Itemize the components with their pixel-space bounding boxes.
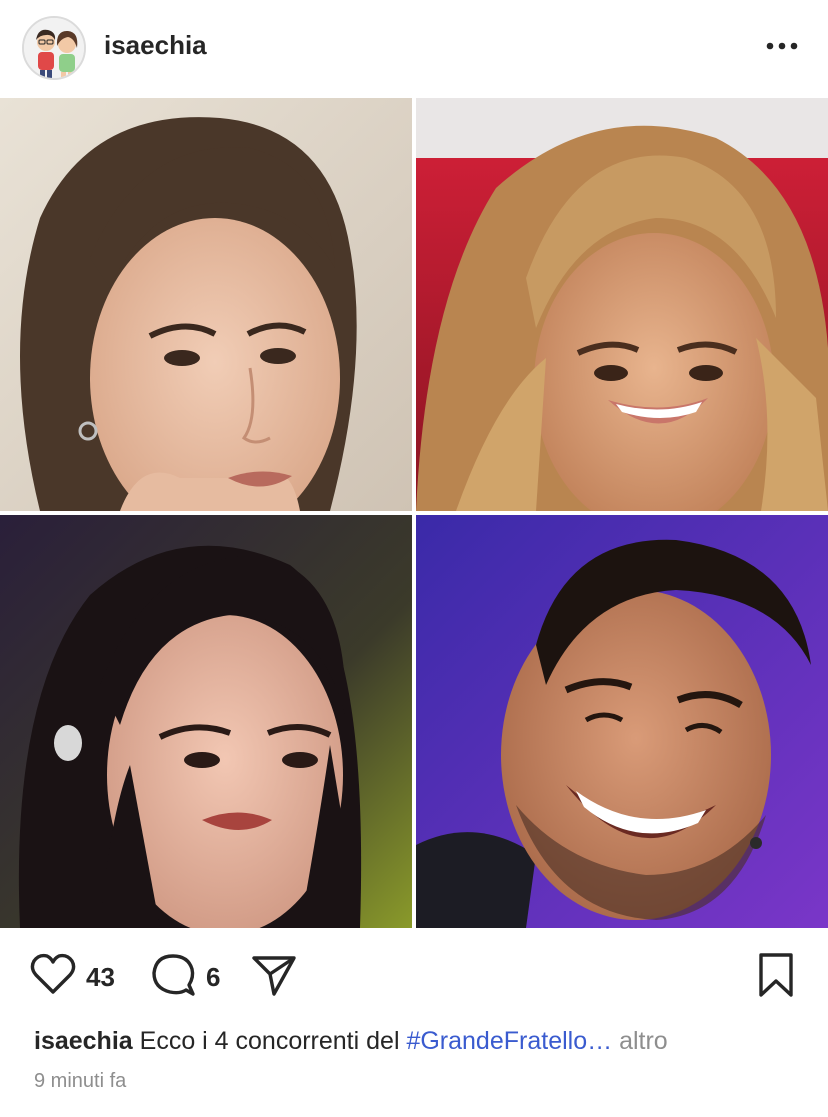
- caption-username[interactable]: isaechia: [34, 1027, 133, 1055]
- comment-count[interactable]: 6: [206, 962, 220, 993]
- post-timestamp: 9 minuti fa: [34, 1070, 127, 1092]
- post-caption: isaechia Ecco i 4 concorrenti del #Grand…: [34, 1024, 814, 1058]
- send-paper-plane-icon[interactable]: [250, 952, 298, 1003]
- photo-contestant-1: [0, 98, 412, 511]
- post-image-collage[interactable]: [0, 98, 828, 928]
- comment-bubble-icon[interactable]: [150, 952, 196, 1003]
- bookmark-icon[interactable]: [756, 952, 796, 1003]
- photo-contestant-3: [0, 515, 412, 928]
- caption-hashtag[interactable]: #GrandeFratello…: [406, 1027, 612, 1055]
- photo-contestant-4: [416, 515, 828, 928]
- post-actions-bar: 43 6: [0, 930, 828, 1022]
- caption-text: Ecco i 4 concorrenti del: [139, 1027, 400, 1055]
- more-options-icon[interactable]: [762, 34, 802, 58]
- post-header: isaechia: [0, 0, 828, 96]
- caption-more-link[interactable]: altro: [619, 1027, 668, 1055]
- avatar[interactable]: [22, 16, 86, 80]
- username[interactable]: isaechia: [104, 30, 207, 61]
- like-count[interactable]: 43: [86, 962, 115, 993]
- heart-icon[interactable]: [30, 952, 76, 1001]
- photo-contestant-2: [416, 98, 828, 511]
